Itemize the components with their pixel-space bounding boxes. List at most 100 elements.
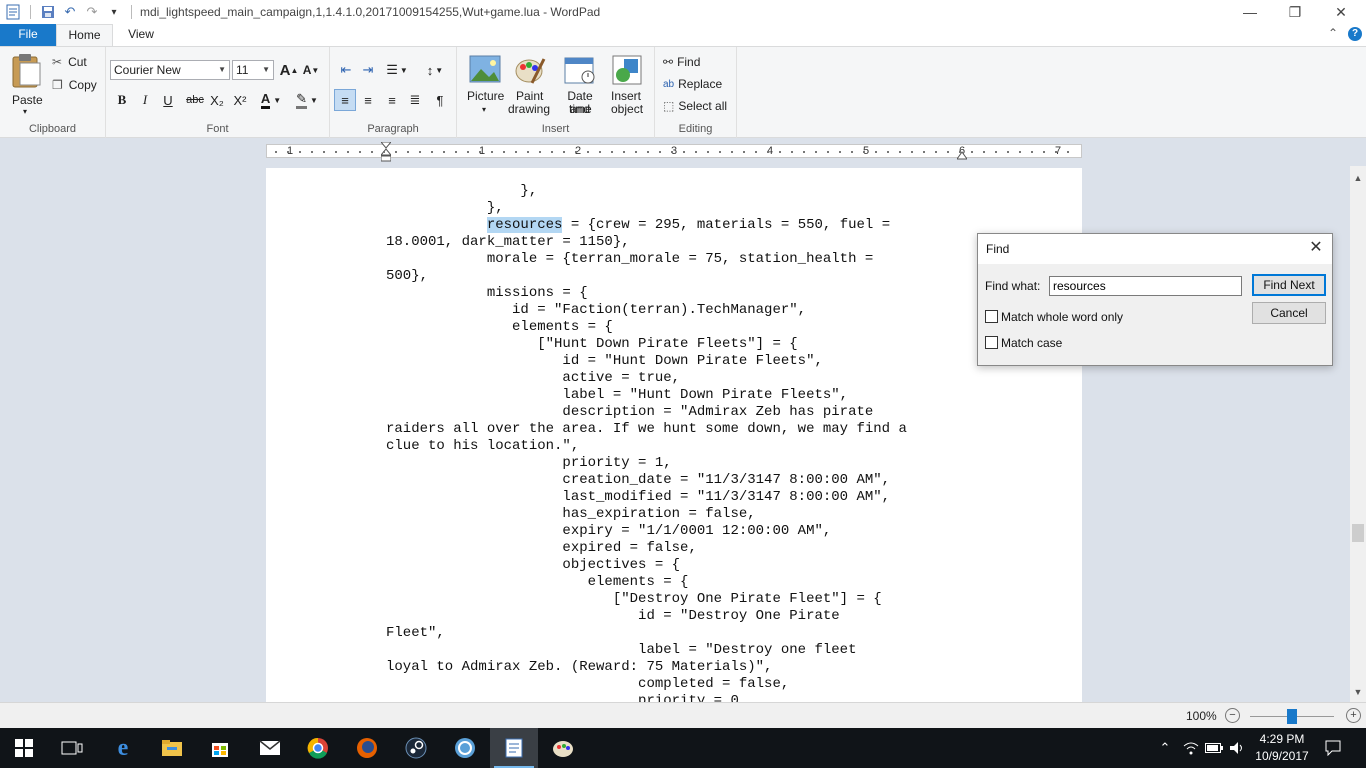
highlight-color-button[interactable]: ✎ ▼ bbox=[290, 89, 324, 111]
cancel-button[interactable]: Cancel bbox=[1252, 302, 1326, 324]
date-time-button[interactable]: Date and time bbox=[555, 53, 603, 117]
increase-indent-icon[interactable]: ⇥ bbox=[357, 59, 379, 81]
justify-icon[interactable]: ≣ bbox=[404, 89, 426, 111]
ruler[interactable]: 1 1 2 3 4 5 6 7 bbox=[266, 141, 1082, 162]
network-icon[interactable] bbox=[1180, 728, 1202, 768]
ruler-tick bbox=[311, 151, 313, 153]
help-button[interactable]: ? bbox=[1348, 27, 1362, 41]
steam-icon[interactable] bbox=[392, 728, 440, 768]
wordpad-taskbar-icon[interactable] bbox=[490, 728, 538, 768]
font-group: Courier New ▼ 11 ▼ A ▲ A ▼ B I U abc X₂ X² A… bbox=[106, 47, 330, 138]
edge-icon[interactable]: e bbox=[99, 728, 147, 768]
line-spacing-icon[interactable]: ↕ ▼ bbox=[420, 59, 450, 81]
strikethrough-button[interactable]: abc bbox=[182, 89, 208, 111]
cut-button[interactable]: ✂ Cut bbox=[52, 53, 87, 71]
ruler-tick bbox=[683, 151, 685, 153]
undo-icon[interactable]: ↶ bbox=[59, 1, 81, 23]
italic-button[interactable]: I bbox=[134, 89, 156, 111]
redo-icon[interactable]: ↷ bbox=[81, 1, 103, 23]
file-explorer-icon[interactable] bbox=[148, 728, 196, 768]
insert-group-label: Insert bbox=[541, 123, 570, 135]
grow-font-button[interactable]: A ▲ bbox=[278, 59, 300, 81]
battery-icon[interactable] bbox=[1203, 728, 1225, 768]
scrollbar-thumb[interactable] bbox=[1352, 524, 1364, 542]
ruler-tick bbox=[947, 151, 949, 153]
bold-button[interactable]: B bbox=[111, 89, 133, 111]
wordpad-icon[interactable] bbox=[2, 1, 24, 23]
picture-button[interactable]: Picture ▾ bbox=[465, 53, 505, 115]
paint-taskbar-icon[interactable] bbox=[539, 728, 587, 768]
ruler-tick bbox=[719, 151, 721, 153]
ruler-tick bbox=[623, 151, 625, 153]
maximize-button[interactable]: ❐ bbox=[1272, 0, 1318, 24]
find-dialog-title: Find bbox=[986, 242, 1010, 256]
shrink-font-icon: A bbox=[302, 63, 312, 77]
decrease-indent-icon[interactable]: ⇤ bbox=[335, 59, 357, 81]
match-case-checkbox[interactable] bbox=[985, 336, 998, 349]
shrink-font-button[interactable]: A ▼ bbox=[300, 59, 322, 81]
font-size-select[interactable]: 11 ▼ bbox=[232, 60, 274, 80]
show-hidden-icons-icon[interactable]: ⌃ bbox=[1155, 728, 1175, 768]
app-icon[interactable] bbox=[441, 728, 489, 768]
paint-drawing-label-2: drawing bbox=[508, 102, 551, 116]
font-family-select[interactable]: Courier New ▼ bbox=[110, 60, 230, 80]
store-icon[interactable] bbox=[196, 728, 244, 768]
tab-home[interactable]: Home bbox=[56, 24, 113, 46]
ruler-tick bbox=[563, 151, 565, 153]
text-color-button[interactable]: A ▼ bbox=[254, 89, 288, 111]
scroll-down-icon[interactable]: ▼ bbox=[1350, 684, 1366, 700]
insert-object-button[interactable]: Insert object bbox=[607, 53, 649, 117]
find-what-input[interactable] bbox=[1049, 276, 1242, 296]
subscript-button[interactable]: X₂ bbox=[206, 89, 228, 111]
ruler-tick bbox=[923, 151, 925, 153]
bullets-icon[interactable]: ☰ ▼ bbox=[382, 59, 412, 81]
paint-drawing-button[interactable]: Paint drawing bbox=[507, 53, 553, 117]
collapse-ribbon-button[interactable]: ⌃ bbox=[1325, 26, 1341, 44]
superscript-button[interactable]: X² bbox=[229, 89, 251, 111]
customize-toolbar-button[interactable]: ▾ bbox=[103, 1, 125, 23]
underline-button[interactable]: U bbox=[157, 89, 179, 111]
align-center-icon[interactable]: ≡ bbox=[357, 89, 379, 111]
copy-button[interactable]: ❐ Copy bbox=[52, 76, 97, 94]
search-highlight: resources bbox=[486, 217, 563, 233]
match-whole-word-checkbox[interactable] bbox=[985, 310, 998, 323]
replace-button[interactable]: ab Replace bbox=[663, 75, 722, 93]
chrome-icon[interactable] bbox=[294, 728, 342, 768]
save-icon[interactable] bbox=[37, 1, 59, 23]
document-text[interactable]: }, }, resources = {crew = 295, materials… bbox=[386, 183, 986, 702]
ruler-tick bbox=[299, 151, 301, 153]
align-left-icon[interactable]: ≡ bbox=[334, 89, 356, 111]
zoom-out-button[interactable]: − bbox=[1225, 708, 1240, 723]
insert-object-label-2: object bbox=[611, 102, 644, 116]
taskbar-clock[interactable]: 4:29 PM 10/9/2017 bbox=[1253, 731, 1311, 765]
document-line: label = "Destroy one fleet bbox=[386, 642, 857, 658]
font-group-label: Font bbox=[206, 123, 229, 135]
ruler-tick bbox=[755, 151, 757, 153]
paste-button[interactable]: Paste ▾ bbox=[6, 51, 46, 116]
document-line: creation_date = "11/3/3147 8:00:00 AM", bbox=[386, 472, 891, 488]
task-view-icon[interactable] bbox=[48, 728, 96, 768]
zoom-slider-thumb[interactable] bbox=[1287, 709, 1297, 724]
paragraph-settings-icon[interactable]: ¶ bbox=[429, 89, 451, 111]
vertical-scrollbar[interactable]: ▲ ▼ bbox=[1350, 166, 1366, 702]
tab-view[interactable]: View bbox=[118, 24, 164, 46]
find-next-button[interactable]: Find Next bbox=[1252, 274, 1326, 296]
ruler-tick bbox=[539, 151, 541, 153]
align-right-icon[interactable]: ≡ bbox=[381, 89, 403, 111]
volume-icon[interactable] bbox=[1226, 728, 1248, 768]
find-dialog: Find ✕ Find what: Find Next Cancel Match… bbox=[977, 233, 1333, 366]
minimize-button[interactable]: — bbox=[1227, 0, 1273, 24]
close-button[interactable]: ✕ bbox=[1318, 0, 1364, 24]
tab-file[interactable]: File bbox=[0, 24, 56, 46]
firefox-icon[interactable] bbox=[343, 728, 391, 768]
find-button[interactable]: ⚯ Find bbox=[663, 53, 700, 71]
zoom-in-button[interactable]: + bbox=[1346, 708, 1361, 723]
start-icon[interactable] bbox=[0, 728, 48, 768]
mail-icon[interactable] bbox=[246, 728, 294, 768]
close-icon[interactable]: ✕ bbox=[1306, 238, 1326, 258]
notifications-icon[interactable] bbox=[1320, 728, 1346, 768]
chevron-down-icon: ▼ bbox=[399, 65, 408, 75]
scroll-up-icon[interactable]: ▲ bbox=[1350, 170, 1366, 186]
select-all-button[interactable]: ⬚ Select all bbox=[663, 97, 727, 115]
ribbon: Paste ▾ ✂ Cut ❐ Copy Clipboard Courier N… bbox=[0, 46, 1366, 138]
